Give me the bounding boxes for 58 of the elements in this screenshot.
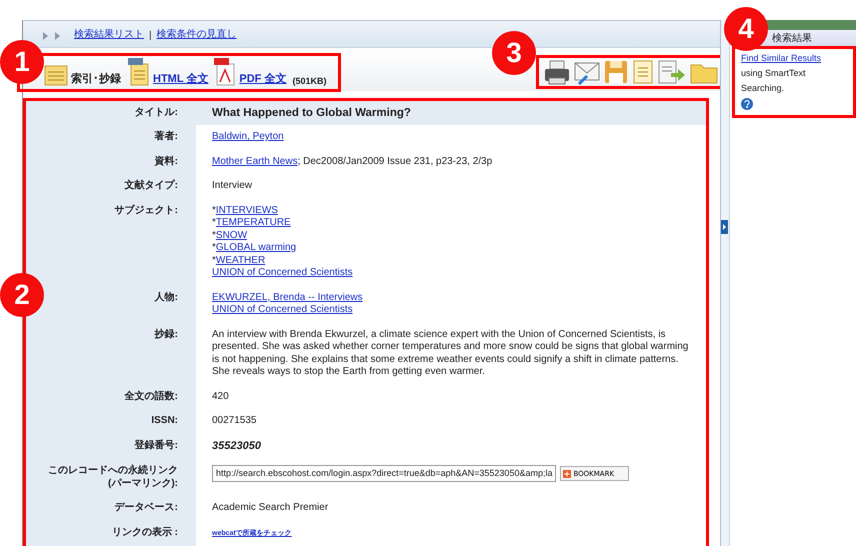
field-value: 420 [212,390,229,402]
author-link[interactable]: UNION of Concerned Scientists [212,304,353,315]
panel-title: 検索結果 [772,32,812,45]
export-document-icon[interactable] [657,59,687,85]
field-label: 抄録: [154,328,178,340]
permalink-field[interactable]: http://search.ebscohost.com/login.aspx?direct=true&db=aph&AN=35523050&amp;la [212,465,556,482]
field-label: 著者: [154,131,178,142]
html-file-icon[interactable] [128,58,150,86]
asterisk: * [212,254,216,266]
number-badge: 4 [724,7,768,51]
field-value: An interview with Brenda Ekwurzel, a climate science expert with the Union of Concerned Scientists, is presented. She was asked whether corner temperatures and more snow could be signs that global warming is not happening. She explains that some extreme weather events could signify a shift in climate patterns. She reveals ways to stop the Earth from getting even warmer. [212,328,688,377]
journal-link[interactable]: Mother Earth News [212,156,298,166]
help-icon[interactable] [741,98,753,110]
citation-label: 索引･抄録 [71,72,121,86]
subject-link[interactable]: TEMPERATURE [216,217,291,228]
field-label: タイトル: [134,106,178,118]
subject-link[interactable]: WEATHER [216,254,266,266]
article-title: What Happened to Global Warming? [212,106,411,118]
full-text-link[interactable]: PDF 全文 [239,70,286,86]
asterisk: * [212,204,216,216]
document-icon[interactable] [44,64,68,86]
field-label: サブジェクト: [114,204,178,216]
asterisk: * [212,217,216,228]
full-text-link[interactable]: HTML 全文 [153,70,208,86]
field-label: 全文の語数: [124,390,178,402]
asterisk: * [212,242,216,253]
subject-link[interactable]: INTERVIEWS [216,204,278,216]
asterisk: * [212,230,216,240]
field-label: 資料: [154,156,178,166]
plus-icon [563,470,572,478]
number-badge: 2 [0,273,44,317]
breadcrumb-link[interactable]: 検索結果リスト [74,26,144,40]
similar-results-link[interactable]: Find Similar Results [741,53,822,63]
subject-link[interactable]: UNION of Concerned Scientists [212,267,353,278]
file-size: (501KB) [292,76,326,86]
breadcrumb-link[interactable]: 検索条件の見直し [156,26,237,40]
field-value: 00271535 [212,415,256,426]
author-link[interactable]: Baldwin, Peyton [212,131,284,142]
similar-results-text: Find Similar Results using SmartText Searching. [741,52,822,95]
field-label: 登録番号: [134,440,178,450]
field-label: ISSN: [151,415,178,426]
document-icon[interactable] [631,59,655,85]
field-value: Interview [212,180,252,191]
subject-link[interactable]: SNOW [216,230,248,240]
author-link[interactable]: EKWURZEL, Brenda -- Interviews [212,292,363,302]
pdf-file-icon[interactable] [214,58,236,86]
number-badge: 1 [0,40,44,84]
subject-link[interactable]: GLOBAL warming [216,242,296,253]
source-text: Mother Earth News; Dec2008/Jan2009 Issue 231, p23-23, 2/3p [212,156,492,166]
separator: | [149,30,152,40]
field-label: このレコードへの永続リンク (パーマリンク): [48,465,178,488]
field-label: データベース: [114,502,178,513]
field-value: Academic Search Premier [212,502,328,513]
field-label: リンクの表示 : [112,526,178,538]
accession-number: 35523050 [212,440,261,452]
field-label: 人物: [154,292,178,302]
printer-icon[interactable] [543,59,571,85]
field-label: 文献タイプ: [124,180,178,191]
